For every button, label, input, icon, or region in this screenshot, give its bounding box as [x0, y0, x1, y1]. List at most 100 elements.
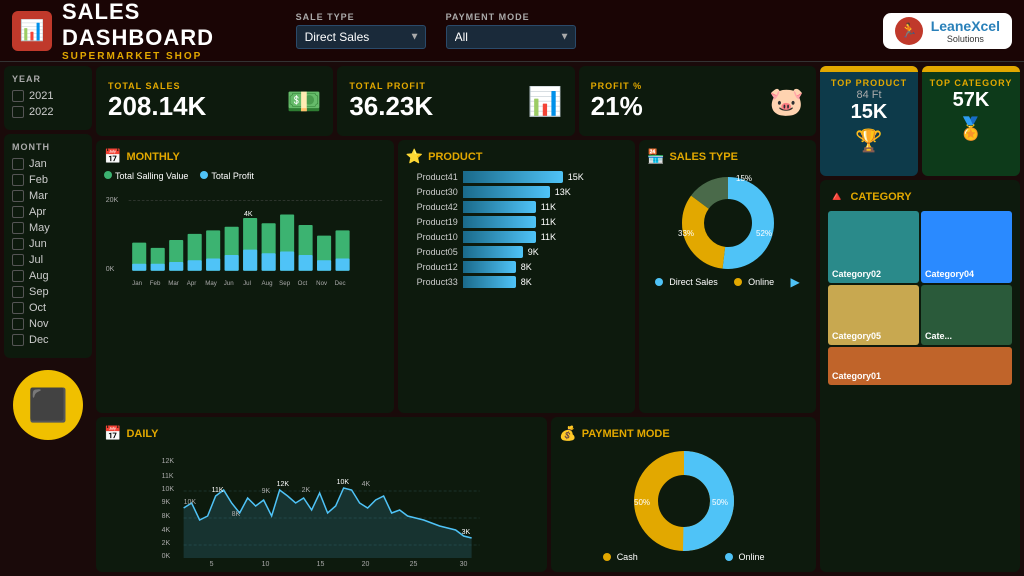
top-product-label: TOP PRODUCT — [831, 78, 907, 89]
kpi-total-sales-icon: 💵 — [286, 85, 321, 118]
list-item: Product05 9K — [406, 246, 627, 258]
top-product-ribbon — [820, 66, 918, 72]
month-apr[interactable]: Apr — [12, 206, 84, 218]
kpi-total-sales: TOTAL SALES 208.14K 💵 — [96, 66, 333, 136]
svg-text:10K: 10K — [162, 486, 175, 493]
year-filter[interactable]: YEAR 2021 2022 — [4, 66, 92, 130]
sales-donut-svg: 15% 33% 52% — [668, 171, 788, 271]
top-product-badge: TOP PRODUCT 84 Ft 15K 🏆 — [820, 66, 918, 176]
month-aug[interactable]: Aug — [12, 270, 84, 282]
payment-mode-select[interactable]: All — [446, 25, 576, 49]
month-dec[interactable]: Dec — [12, 334, 84, 346]
svg-text:Sep: Sep — [279, 280, 291, 287]
chevron-right-icon: ▶ — [791, 275, 800, 289]
logo-section: 📊 SALES DASHBOARD SUPERMARKET SHOP — [12, 0, 296, 62]
month-sep[interactable]: Sep — [12, 286, 84, 298]
top-product-trophy-icon: 🏆 — [855, 128, 882, 154]
app-title: SALES DASHBOARD — [62, 0, 296, 51]
sales-type-legend: Direct Sales Online ▶ — [647, 275, 808, 289]
payment-mode-chart-card: 💰 PAYMENT MODE 50% 50% Cash — [551, 417, 816, 572]
legend-nav[interactable]: ▶ — [791, 275, 800, 289]
sidebar: YEAR 2021 2022 MONTH Jan Feb Mar Apr May… — [4, 66, 92, 572]
sales-type-chart-card: 🏪 SALES TYPE 15% 33 — [639, 140, 816, 413]
svg-text:4K: 4K — [162, 527, 171, 534]
product-chart-title: ⭐ PRODUCT — [406, 148, 627, 165]
sale-type-label: SALE TYPE — [296, 12, 426, 22]
svg-text:8K: 8K — [162, 513, 171, 520]
svg-text:50%: 50% — [634, 498, 650, 507]
month-feb[interactable]: Feb — [12, 174, 84, 186]
svg-text:0K: 0K — [106, 266, 115, 273]
svg-text:10K: 10K — [184, 499, 197, 506]
svg-text:Jun: Jun — [224, 280, 235, 287]
svg-text:2K: 2K — [162, 540, 171, 547]
svg-text:5: 5 — [210, 561, 214, 568]
kpi-profit-pct-icon: 🐷 — [769, 85, 804, 118]
product-bar — [463, 231, 536, 243]
app-subtitle: SUPERMARKET SHOP — [62, 51, 296, 62]
month-jun[interactable]: Jun — [12, 238, 84, 250]
filter-bar: SALE TYPE Direct Sales ▼ PAYMENT MODE Al… — [296, 12, 863, 49]
list-item: Product12 8K — [406, 261, 627, 273]
app-logo-icon: 📊 — [12, 11, 52, 51]
svg-text:Feb: Feb — [150, 280, 161, 287]
svg-text:15%: 15% — [736, 174, 752, 183]
svg-text:20K: 20K — [106, 197, 119, 204]
svg-text:4K: 4K — [244, 211, 253, 218]
svg-text:Aug: Aug — [262, 280, 274, 287]
month-oct[interactable]: Oct — [12, 302, 84, 314]
svg-text:Nov: Nov — [316, 280, 328, 287]
cash-dot-icon — [603, 553, 611, 561]
year-2021-cb-icon[interactable] — [12, 90, 24, 102]
right-panel: TOP PRODUCT 84 Ft 15K 🏆 TOP CATEGORY 57K… — [820, 66, 1020, 572]
brand-logo: 🏃 LeaneXcel Solutions — [883, 13, 1012, 49]
legend-cash: Cash — [603, 552, 638, 562]
month-jan[interactable]: Jan — [12, 158, 84, 170]
power-bi-icon: ⬛ — [13, 370, 83, 440]
svg-text:9K: 9K — [162, 499, 171, 506]
monthly-chart-title: 📅 MONTHLY — [104, 148, 386, 165]
brand-sub: Solutions — [931, 34, 1000, 44]
kpi-row: TOTAL SALES 208.14K 💵 TOTAL PROFIT 36.23… — [96, 66, 816, 136]
svg-text:0K: 0K — [162, 553, 171, 560]
svg-text:Mar: Mar — [168, 280, 179, 287]
daily-chart-card: 📅 DAILY 12K 11K 10K 9K 8K 4K 2K 0K — [96, 417, 547, 572]
month-may[interactable]: May — [12, 222, 84, 234]
svg-text:30: 30 — [460, 561, 468, 568]
sale-type-select[interactable]: Direct Sales — [296, 25, 426, 49]
sales-type-donut: 15% 33% 52% — [647, 171, 808, 271]
svg-text:52%: 52% — [756, 229, 772, 238]
header: 📊 SALES DASHBOARD SUPERMARKET SHOP SALE … — [0, 0, 1024, 62]
month-mar[interactable]: Mar — [12, 190, 84, 202]
sale-type-filter[interactable]: SALE TYPE Direct Sales ▼ — [296, 12, 426, 49]
payment-coin-icon: 💰 — [559, 425, 576, 442]
center-content: TOTAL SALES 208.14K 💵 TOTAL PROFIT 36.23… — [96, 66, 816, 572]
top-category-ribbon — [922, 66, 1020, 72]
payment-mode-filter[interactable]: PAYMENT MODE All ▼ — [446, 12, 576, 49]
svg-text:11K: 11K — [162, 473, 174, 480]
kpi-total-profit: TOTAL PROFIT 36.23K 📊 — [337, 66, 574, 136]
product-bar — [463, 246, 523, 258]
kpi-total-profit-icon: 📊 — [528, 85, 563, 118]
category-title: 🔺 CATEGORY — [828, 188, 1012, 205]
year-2022-checkbox[interactable]: 2022 — [12, 106, 84, 118]
kpi-total-sales-label: TOTAL SALES — [108, 81, 206, 91]
month-filter[interactable]: MONTH Jan Feb Mar Apr May Jun Jul Aug Se… — [4, 134, 92, 358]
top-product-sub: 84 Ft — [856, 89, 881, 101]
category-triangle-icon: 🔺 — [828, 188, 845, 205]
year-2022-cb-icon[interactable] — [12, 106, 24, 118]
main-content: YEAR 2021 2022 MONTH Jan Feb Mar Apr May… — [0, 62, 1024, 576]
payment-mode-title: 💰 PAYMENT MODE — [559, 425, 808, 442]
svg-text:4K: 4K — [362, 481, 371, 488]
svg-text:May: May — [205, 280, 218, 287]
month-nov[interactable]: Nov — [12, 318, 84, 330]
svg-text:33%: 33% — [678, 229, 694, 238]
monthly-chart-card: 📅 MONTHLY Total Salling Value Total Prof… — [96, 140, 394, 413]
product-bar — [463, 201, 536, 213]
treemap-cate: Cate... — [921, 285, 1012, 345]
top-badges: TOP PRODUCT 84 Ft 15K 🏆 TOP CATEGORY 57K… — [820, 66, 1020, 176]
sales-type-title: 🏪 SALES TYPE — [647, 148, 808, 165]
month-jul[interactable]: Jul — [12, 254, 84, 266]
kpi-profit-pct-value: 21% — [591, 91, 643, 122]
year-2021-checkbox[interactable]: 2021 — [12, 90, 84, 102]
